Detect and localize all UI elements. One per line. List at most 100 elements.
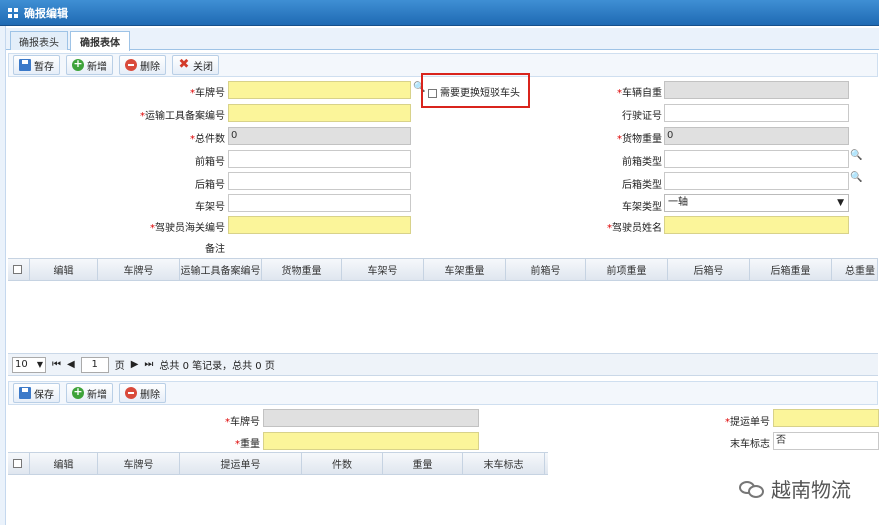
remark-input[interactable]	[228, 237, 879, 255]
grid1-col-frame-weight[interactable]: 车架重量	[424, 259, 506, 280]
page-number-input[interactable]: 1	[80, 356, 109, 373]
license-no-label: 行驶证号	[622, 111, 662, 122]
detail-weight-label: *重量	[235, 439, 260, 450]
tab-body[interactable]: 确报表体	[70, 31, 130, 51]
grid2-col-weight[interactable]: 重量	[383, 453, 463, 474]
grid2-col-plate[interactable]: 车牌号	[98, 453, 180, 474]
add-detail-button[interactable]: 新增	[66, 383, 113, 403]
grid1-col-edit[interactable]: 编辑	[30, 259, 98, 280]
app-grid-icon	[8, 7, 18, 18]
detail-weight-input[interactable]	[263, 432, 479, 450]
grid2-col-bill-no[interactable]: 提运单号	[180, 453, 302, 474]
frame-type-select[interactable]: 一轴 ▼	[664, 194, 849, 212]
prev-page-icon[interactable]: ◀	[67, 359, 75, 370]
grid2-col-pieces[interactable]: 件数	[302, 453, 383, 474]
front-box-no-label: 前箱号	[195, 157, 225, 168]
pager-summary: 总共 0 笔记录，总共 0 页	[159, 361, 275, 372]
last-car-flag-input[interactable]: 否	[773, 432, 879, 450]
cargo-weight-input[interactable]: 0	[664, 127, 849, 145]
grid1-col-plate[interactable]: 车牌号	[98, 259, 180, 280]
rear-box-type-search-icon[interactable]: 🔍	[850, 172, 862, 183]
plate-no-input[interactable]	[228, 81, 411, 99]
driver-customs-no-label: *驾驶员海关编号	[150, 223, 225, 234]
add-button[interactable]: 新增	[66, 55, 113, 75]
last-car-flag-label: 末车标志	[730, 439, 770, 450]
cargo-weight-label: *货物重量	[617, 134, 662, 145]
tab-header[interactable]: 确报表头	[10, 31, 68, 50]
last-page-icon[interactable]: ⏭	[144, 359, 153, 370]
driver-customs-no-input[interactable]	[228, 216, 411, 234]
front-box-no-input[interactable]	[228, 150, 411, 168]
grid2-select-all[interactable]	[8, 453, 30, 474]
delete-icon	[125, 59, 137, 71]
add-detail-label: 新增	[87, 389, 107, 401]
watermark-text: 越南物流	[771, 478, 851, 502]
checkbox-icon[interactable]	[428, 88, 437, 98]
save-button[interactable]: 保存	[13, 383, 60, 403]
delete-detail-button[interactable]: 删除	[119, 383, 166, 403]
save-draft-label: 暂存	[34, 61, 54, 73]
grid1-col-front-box[interactable]: 前箱号	[506, 259, 586, 280]
grid2-header: 编辑 车牌号 提运单号 件数 重量 末车标志	[8, 452, 548, 475]
add-icon	[72, 385, 84, 399]
delete-button[interactable]: 删除	[119, 55, 166, 75]
total-pieces-input[interactable]: 0	[228, 127, 411, 145]
grid1-col-frame-no[interactable]: 车架号	[342, 259, 424, 280]
grid1-col-front-weight[interactable]: 前项重量	[586, 259, 668, 280]
page-size-value: 10	[15, 358, 28, 370]
tool-record-no-label: *运输工具备案编号	[140, 111, 225, 122]
close-button[interactable]: ✖ 关闭	[172, 55, 219, 75]
grid1-col-total-weight[interactable]: 总重量	[832, 259, 878, 280]
tool-record-no-input[interactable]	[228, 104, 411, 122]
page-prefix: 页	[114, 361, 125, 372]
rear-box-type-label: 后箱类型	[622, 180, 662, 191]
checkbox-icon[interactable]	[12, 265, 22, 274]
license-no-input[interactable]	[664, 104, 849, 122]
vehicle-weight-input[interactable]	[664, 81, 849, 99]
delete-detail-label: 删除	[140, 389, 160, 401]
driver-name-input[interactable]	[664, 216, 849, 234]
delete-icon	[125, 387, 137, 399]
rear-box-type-input[interactable]	[664, 172, 849, 190]
watermark: 越南物流	[739, 474, 851, 503]
save-icon	[19, 59, 31, 71]
grid1-col-tool-record[interactable]: 运输工具备案编号	[180, 259, 262, 280]
frame-no-input[interactable]	[228, 194, 411, 212]
front-box-type-label: 前箱类型	[622, 157, 662, 168]
chevron-down-icon: ▼	[36, 359, 43, 369]
front-box-type-search-icon[interactable]: 🔍	[850, 150, 862, 161]
grid1-select-all[interactable]	[8, 259, 30, 280]
detail-plate-input[interactable]	[263, 409, 479, 427]
delete-label: 删除	[140, 61, 160, 73]
add-icon	[72, 57, 84, 71]
toolbar-detail: 保存 新增 删除	[8, 381, 878, 405]
grid2-col-edit[interactable]: 编辑	[30, 453, 98, 474]
vehicle-weight-label: *车辆自重	[617, 88, 662, 99]
next-page-icon[interactable]: ▶	[131, 359, 139, 370]
window-titlebar: 确报编辑	[0, 0, 879, 26]
remark-label: 备注	[205, 244, 225, 255]
checkbox-icon[interactable]	[12, 459, 22, 468]
first-page-icon[interactable]: ⏮	[52, 359, 61, 370]
rear-box-no-label: 后箱号	[195, 180, 225, 191]
grid1-col-cargo-weight[interactable]: 货物重量	[262, 259, 342, 280]
add-label: 新增	[87, 61, 107, 73]
close-label: 关闭	[193, 61, 213, 73]
save-label: 保存	[34, 389, 54, 401]
save-draft-button[interactable]: 暂存	[13, 55, 60, 75]
rear-box-no-input[interactable]	[228, 172, 411, 190]
bill-no-label: *提运单号	[725, 417, 770, 428]
grid1-col-rear-box[interactable]: 后箱号	[668, 259, 750, 280]
frame-type-value: 一轴	[668, 197, 688, 208]
page-size-select[interactable]: 10 ▼	[12, 356, 46, 373]
window-title: 确报编辑	[24, 6, 68, 20]
front-box-type-input[interactable]	[664, 150, 849, 168]
grid2-col-last-car[interactable]: 末车标志	[463, 453, 545, 474]
left-edge	[0, 26, 6, 525]
bill-no-input[interactable]	[773, 409, 879, 427]
driver-name-label: *驾驶员姓名	[607, 223, 662, 234]
grid1-col-rear-weight[interactable]: 后箱重量	[750, 259, 832, 280]
need-change-head-label: 需要更换短驳车头	[440, 88, 520, 99]
grid1-pager: 10 ▼ ⏮ ◀ 1 页 ▶ ⏭ 总共 0 笔记录，总共 0 页	[8, 353, 878, 376]
need-change-head-checkbox[interactable]: 需要更换短驳车头	[428, 84, 520, 99]
